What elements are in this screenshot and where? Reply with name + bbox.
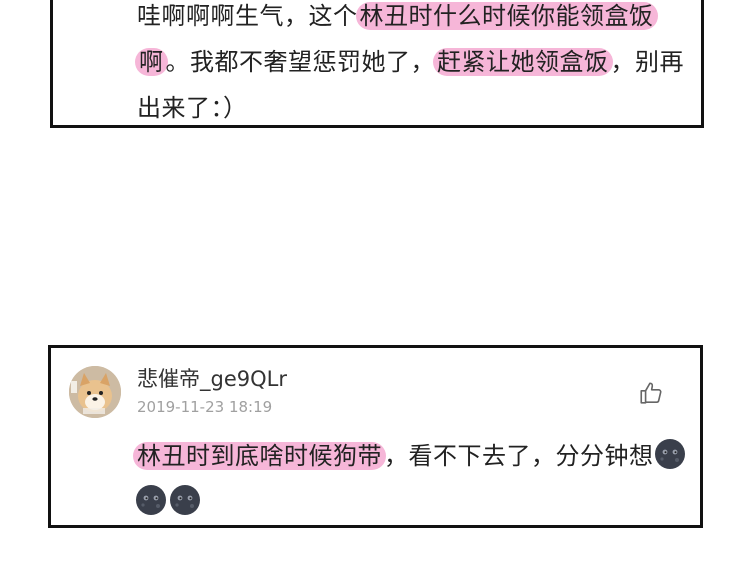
comment-card: 悲催帝_ge9QLr 2019-11-23 18:19 林丑时到底啥时候狗带，看… bbox=[48, 345, 703, 528]
new-moon-face-icon bbox=[136, 485, 166, 515]
new-moon-face-icon bbox=[654, 439, 685, 469]
comment-text-part: 。我都不奢望惩罚她了， bbox=[165, 48, 435, 76]
highlighted-text: 林丑时到底啥时候狗带 bbox=[133, 442, 386, 470]
comment-text: 林丑时到底啥时候狗带，看不下去了，分分钟想 bbox=[133, 433, 695, 525]
timestamp: 2019-11-23 18:19 bbox=[137, 398, 273, 416]
comment-text-part: 哇啊啊啊生气，这个 bbox=[137, 2, 358, 30]
comment-card: 哇啊啊啊生气，这个林丑时什么时候你能领盒饭啊。我都不奢望惩罚她了，赶紧让她领盒饭… bbox=[50, 0, 704, 128]
comment-text: 哇啊啊啊生气，这个林丑时什么时候你能领盒饭啊。我都不奢望惩罚她了，赶紧让她领盒饭… bbox=[135, 0, 697, 131]
avatar[interactable] bbox=[69, 366, 121, 418]
username[interactable]: 悲催帝_ge9QLr bbox=[137, 363, 287, 393]
shiba-dog-avatar-icon bbox=[69, 366, 121, 418]
new-moon-face-icon bbox=[170, 485, 200, 515]
comment-text-part: ，看不下去了，分分钟想 bbox=[384, 442, 654, 470]
highlighted-text: 赶紧让她领盒饭 bbox=[433, 48, 613, 76]
thumbs-up-icon[interactable] bbox=[638, 380, 664, 406]
